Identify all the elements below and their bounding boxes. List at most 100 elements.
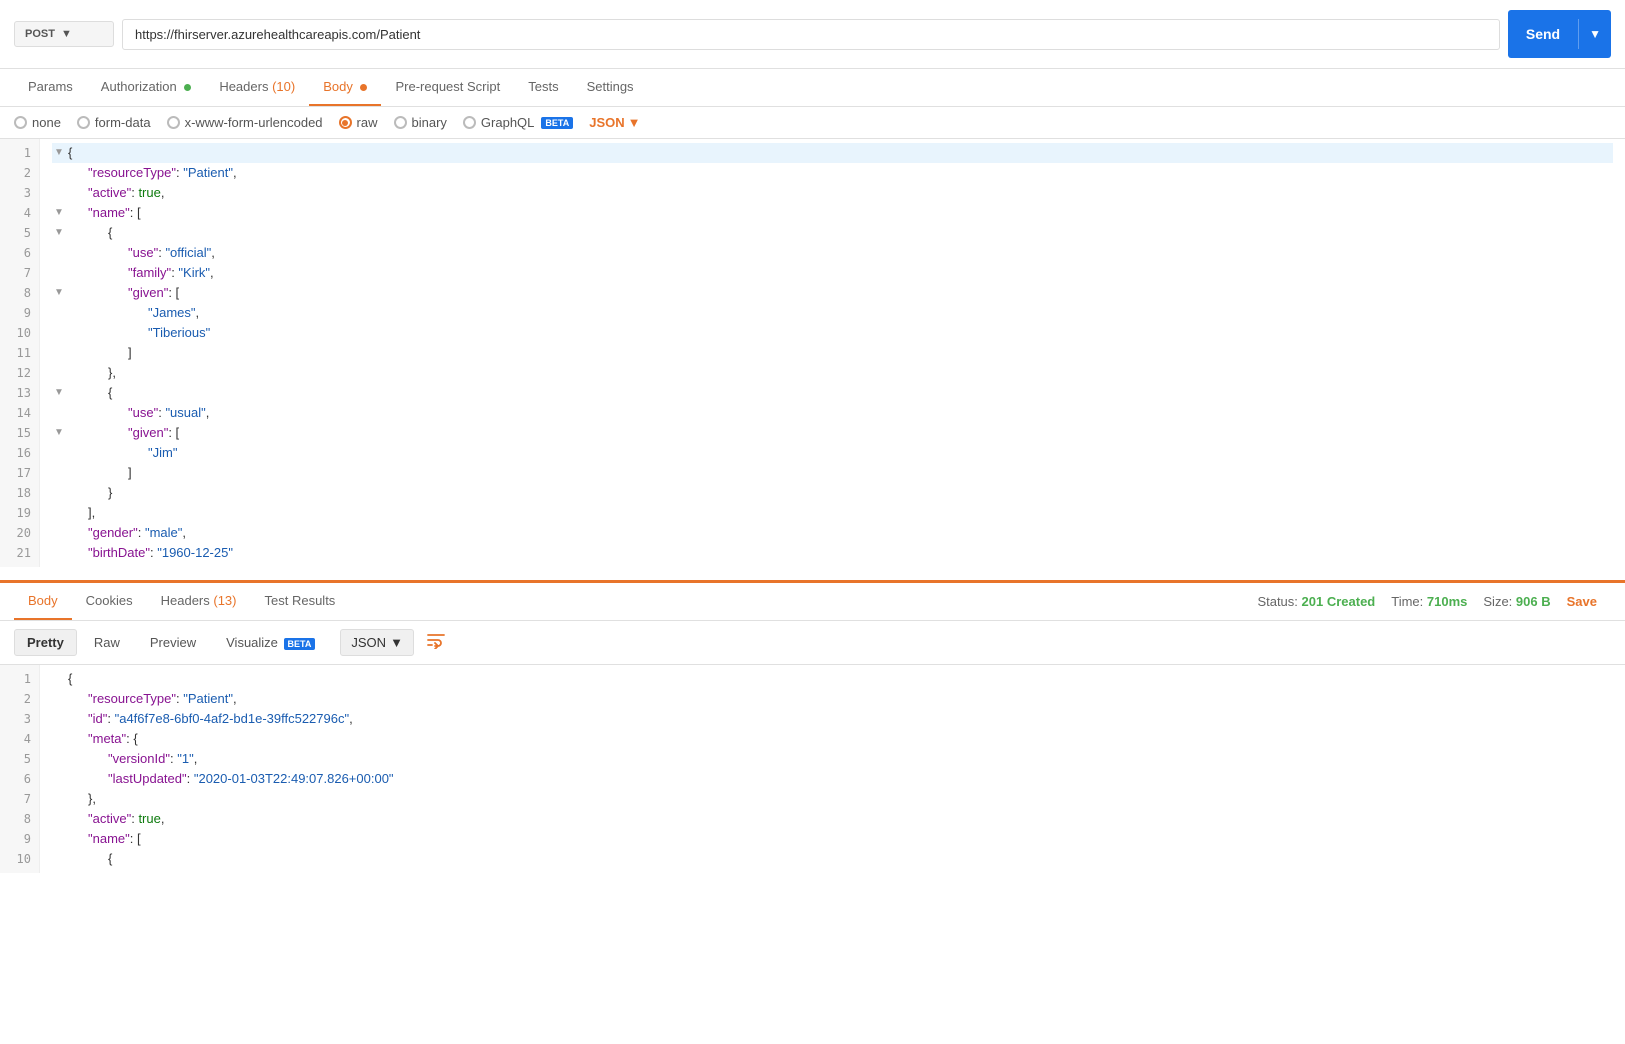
resp-tab-headers[interactable]: Headers (13) [147,583,251,620]
code-line: "resourceType": "Patient", [52,163,1613,183]
request-tabs: Params Authorization Headers (10) Body P… [0,69,1625,107]
resp-code-line: { [52,669,1613,689]
fmt-tab-preview[interactable]: Preview [137,629,209,656]
code-line: "active": true, [52,183,1613,203]
graphql-beta-badge: BETA [541,117,573,129]
code-line: "birthDate": "1960-12-25" [52,543,1613,563]
toggle-btn[interactable]: ▼ [52,426,66,440]
tab-settings[interactable]: Settings [573,69,648,106]
toggle-btn[interactable]: ▼ [52,226,66,240]
request-editor[interactable]: 1 2 3 4 5 6 7 8 9 10 11 12 13 14 15 16 1… [0,139,1625,580]
tab-body[interactable]: Body [309,69,381,106]
response-tabs: Body Cookies Headers (13) Test Results S… [0,583,1625,621]
request-bar: POST ▼ Send ▼ [0,0,1625,69]
body-options: none form-data x-www-form-urlencoded raw… [0,107,1625,139]
send-button-group: Send ▼ [1508,10,1611,58]
code-line: "James", [52,303,1613,323]
tab-authorization[interactable]: Authorization [87,69,206,106]
radio-graphql [463,116,476,129]
resp-code-line: "resourceType": "Patient", [52,689,1613,709]
visualize-beta-badge: BETA [284,638,316,650]
toggle-btn[interactable]: ▼ [52,206,66,220]
code-line: ] [52,463,1613,483]
code-line: ▼ { [52,383,1613,403]
resp-tab-body[interactable]: Body [14,583,72,620]
wrap-icon [426,631,446,649]
method-chevron: ▼ [61,28,72,40]
resp-json-chevron: ▼ [390,635,403,650]
body-dot [360,84,367,91]
code-line: "Jim" [52,443,1613,463]
option-raw[interactable]: raw [339,115,378,130]
json-format-dropdown[interactable]: JSON ▼ [589,115,640,130]
url-input[interactable] [122,19,1500,50]
size-value: 906 B [1516,594,1551,609]
toggle-btn[interactable]: ▼ [52,146,66,160]
resp-code-line: "id": "a4f6f7e8-6bf0-4af2-bd1e-39ffc5227… [52,709,1613,729]
request-code-lines: ▼ { "resourceType": "Patient", "active":… [40,139,1625,567]
code-line: "Tiberious" [52,323,1613,343]
status-value: 201 Created [1302,594,1376,609]
tab-tests[interactable]: Tests [514,69,572,106]
code-line: "use": "usual", [52,403,1613,423]
wrap-button[interactable] [426,631,446,654]
radio-form-data [77,116,90,129]
authorization-dot [184,84,191,91]
time-value: 710ms [1427,594,1467,609]
fmt-tab-visualize[interactable]: Visualize BETA [213,629,328,656]
code-line: ] [52,343,1613,363]
option-binary[interactable]: binary [394,115,447,130]
code-line: ▼ { [52,223,1613,243]
response-section: Body Cookies Headers (13) Test Results S… [0,580,1625,1044]
response-code-lines: { "resourceType": "Patient", "id": "a4f6… [40,665,1625,873]
save-button[interactable]: Save [1567,594,1597,609]
code-line: "family": "Kirk", [52,263,1613,283]
toggle-btn[interactable]: ▼ [52,386,66,400]
request-line-numbers: 1 2 3 4 5 6 7 8 9 10 11 12 13 14 15 16 1… [0,139,40,567]
response-code: 1 2 3 4 5 6 7 8 9 10 { [0,665,1625,873]
fmt-tab-raw[interactable]: Raw [81,629,133,656]
resp-json-dropdown[interactable]: JSON ▼ [340,629,414,656]
tab-params[interactable]: Params [14,69,87,106]
request-code: 1 2 3 4 5 6 7 8 9 10 11 12 13 14 15 16 1… [0,139,1625,567]
method-label: POST [25,28,55,40]
resp-code-line: "active": true, [52,809,1613,829]
option-none[interactable]: none [14,115,61,130]
size-label: Size: 906 B [1483,594,1550,609]
code-line: }, [52,363,1613,383]
radio-none [14,116,27,129]
method-dropdown[interactable]: POST ▼ [14,21,114,47]
resp-code-line: { [52,849,1613,869]
status-label: Status: 201 Created [1257,594,1375,609]
response-line-numbers: 1 2 3 4 5 6 7 8 9 10 [0,665,40,873]
option-graphql[interactable]: GraphQL BETA [463,115,573,130]
radio-raw [339,116,352,129]
radio-binary [394,116,407,129]
code-line: ▼ "given": [ [52,423,1613,443]
code-line: "gender": "male", [52,523,1613,543]
option-x-www[interactable]: x-www-form-urlencoded [167,115,323,130]
resp-tab-test-results[interactable]: Test Results [251,583,350,620]
tab-prerequest[interactable]: Pre-request Script [381,69,514,106]
code-line: ▼ "given": [ [52,283,1613,303]
code-line: } [52,483,1613,503]
code-line: ▼ "name": [ [52,203,1613,223]
send-dropdown-button[interactable]: ▼ [1578,19,1611,49]
resp-code-line: "versionId": "1", [52,749,1613,769]
toggle-btn[interactable]: ▼ [52,286,66,300]
response-editor[interactable]: 1 2 3 4 5 6 7 8 9 10 { [0,665,1625,1044]
time-label: Time: 710ms [1391,594,1467,609]
resp-code-line: "lastUpdated": "2020-01-03T22:49:07.826+… [52,769,1613,789]
resp-code-line: "meta": { [52,729,1613,749]
format-tabs: Pretty Raw Preview Visualize BETA JSON ▼ [0,621,1625,665]
option-form-data[interactable]: form-data [77,115,151,130]
send-button[interactable]: Send [1508,18,1578,50]
fmt-tab-pretty[interactable]: Pretty [14,629,77,656]
code-line: "use": "official", [52,243,1613,263]
code-line: ▼ { [52,143,1613,163]
code-line: ], [52,503,1613,523]
resp-code-line: }, [52,789,1613,809]
resp-tab-cookies[interactable]: Cookies [72,583,147,620]
resp-code-line: "name": [ [52,829,1613,849]
tab-headers[interactable]: Headers (10) [205,69,309,106]
